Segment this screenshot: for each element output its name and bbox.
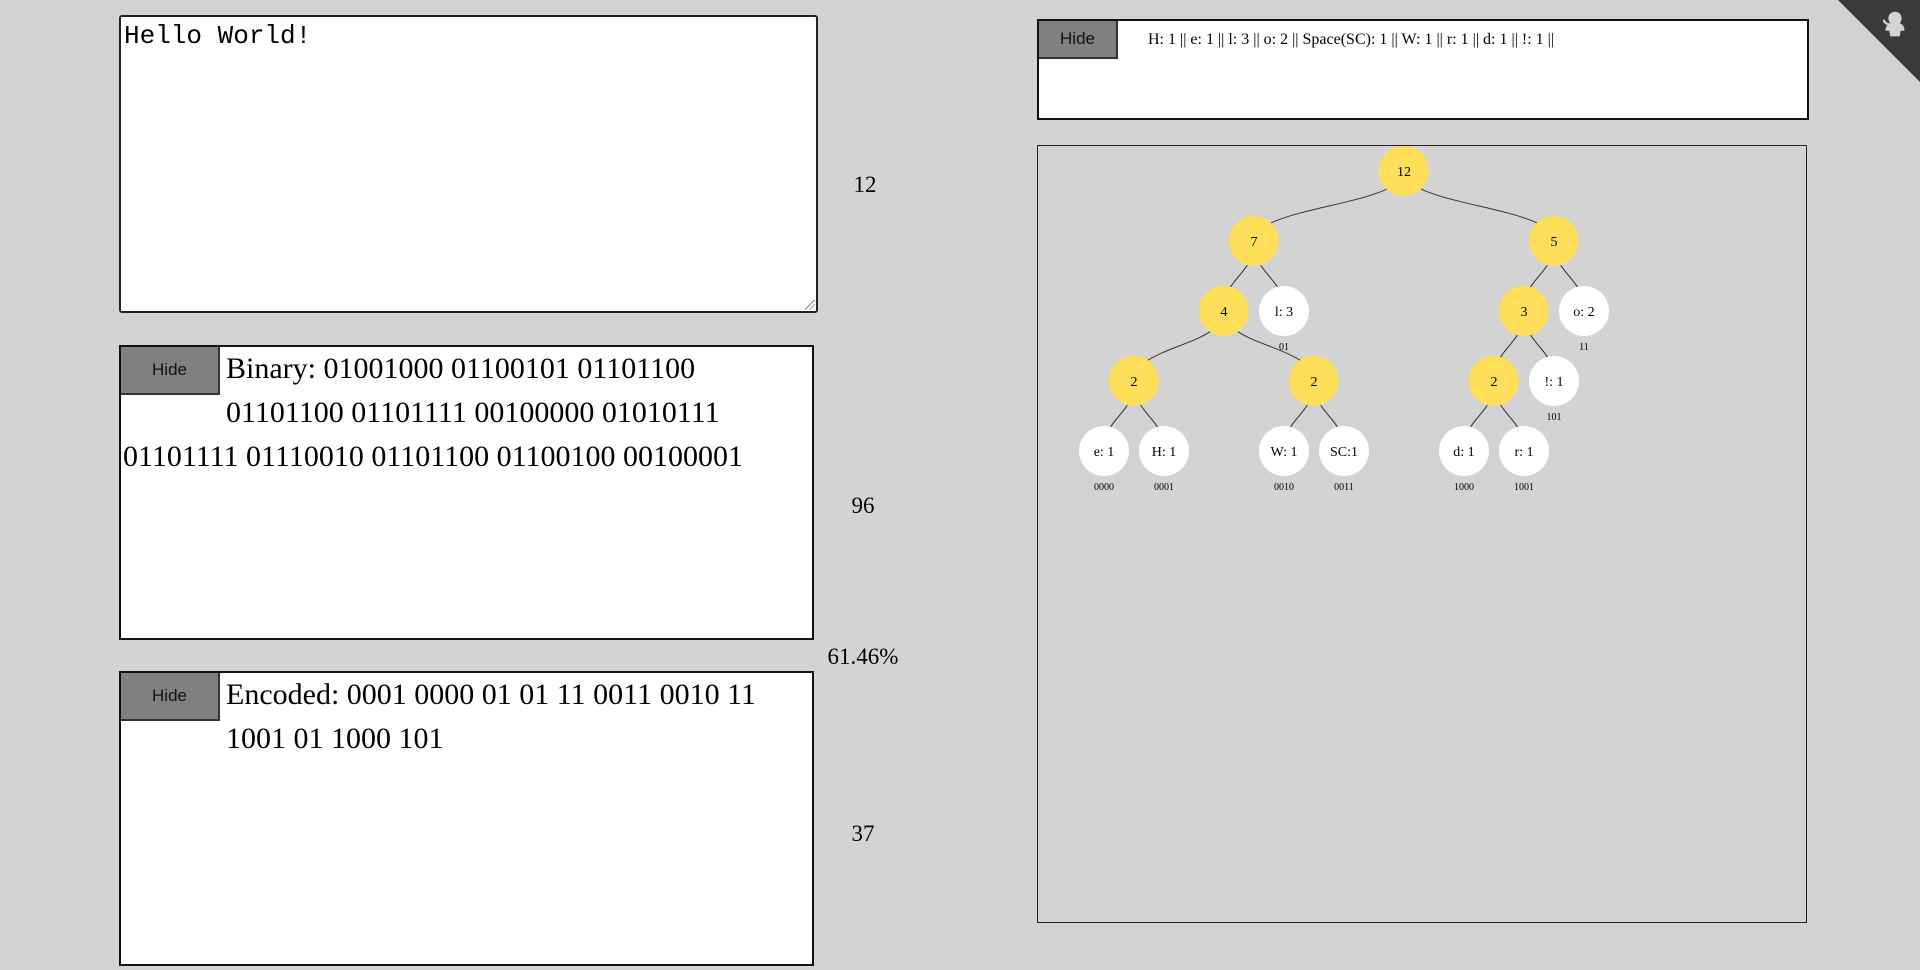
tree-node-code: 1001 [1514, 482, 1534, 493]
tree-node-label: 5 [1551, 235, 1558, 250]
binary-text: Binary: 01001000 01100101 01101100 01101… [123, 352, 743, 473]
huffman-tree: 12 7 5 4 l: 3 01 3 o: 2 11 2 2 2 !: 1 101 e: 1 0000 H: 1… [1079, 146, 1609, 493]
tree-node-code: 01 [1279, 342, 1289, 353]
frequency-table-text: H: 1 || e: 1 || l: 3 || o: 2 || Space(SC… [1148, 31, 1555, 48]
binary-bit-count: 96 [851, 493, 875, 518]
tree-leaf-node: H: 1 0001 [1139, 426, 1189, 493]
tree-node-code: 0011 [1334, 482, 1354, 493]
frequency-panel: Hide H: 1 || e: 1 || l: 3 || o: 2 || Spa… [1037, 19, 1809, 120]
github-octocat-icon[interactable] [1876, 6, 1914, 44]
tree-node-label: r: 1 [1514, 445, 1533, 460]
tree-node-code: 1000 [1454, 482, 1474, 493]
tree-node-label: 4 [1221, 305, 1228, 320]
tree-node-label: H: 1 [1152, 445, 1177, 460]
tree-internal-node: 5 [1529, 216, 1579, 266]
tree-node-label: o: 2 [1573, 305, 1594, 320]
tree-internal-node: 2 [1109, 356, 1159, 406]
tree-node-label: 2 [1131, 375, 1138, 390]
encoded-text: Encoded: 0001 0000 01 01 11 0011 0010 11… [226, 678, 756, 755]
tree-node-label: d: 1 [1453, 445, 1474, 460]
encoded-panel: Hide Encoded: 0001 0000 01 01 11 0011 00… [119, 671, 814, 966]
tree-internal-node: 4 [1199, 286, 1249, 336]
encoded-bit-count: 37 [851, 821, 875, 846]
huffman-tree-panel: 12 7 5 4 l: 3 01 3 o: 2 11 2 2 2 !: 1 101 e: 1 0000 H: 1… [1037, 145, 1807, 923]
hide-binary-button[interactable]: Hide [121, 347, 220, 395]
tree-leaf-node: r: 1 1001 [1499, 426, 1549, 493]
binary-panel: Hide Binary: 01001000 01100101 01101100 … [119, 345, 814, 640]
tree-node-label: 7 [1251, 235, 1258, 250]
tree-internal-node: 7 [1229, 216, 1279, 266]
tree-node-label: SC:1 [1330, 445, 1358, 460]
message-input[interactable] [119, 15, 818, 313]
tree-leaf-node: d: 1 1000 [1439, 426, 1489, 493]
tree-leaf-node: e: 1 0000 [1079, 426, 1129, 493]
hide-encoded-button[interactable]: Hide [121, 673, 220, 721]
tree-node-code: 0010 [1274, 482, 1294, 493]
tree-internal-node: 3 [1499, 286, 1549, 336]
tree-node-label: W: 1 [1270, 445, 1297, 460]
tree-node-code: 0001 [1154, 482, 1174, 493]
tree-node-label: l: 3 [1275, 305, 1293, 320]
compression-ratio: 61.46% [827, 644, 899, 669]
hide-frequency-button[interactable]: Hide [1039, 21, 1118, 59]
tree-node-code: 11 [1579, 342, 1589, 353]
tree-node-code: 0000 [1094, 482, 1114, 493]
textarea-resize-handle[interactable] [805, 300, 815, 310]
tree-node-label: 12 [1397, 165, 1411, 180]
tree-internal-node: 12 [1379, 146, 1429, 196]
tree-node-label: !: 1 [1544, 375, 1563, 390]
tree-node-label: 2 [1491, 375, 1498, 390]
tree-leaf-node: l: 3 01 [1259, 286, 1309, 353]
tree-node-code: 101 [1547, 412, 1562, 423]
tree-leaf-node: o: 2 11 [1559, 286, 1609, 353]
tree-leaf-node: SC:1 0011 [1319, 426, 1369, 493]
tree-internal-node: 2 [1289, 356, 1339, 406]
tree-node-label: 3 [1521, 305, 1528, 320]
tree-internal-node: 2 [1469, 356, 1519, 406]
character-count: 12 [853, 172, 877, 197]
tree-leaf-node: !: 1 101 [1529, 356, 1579, 423]
tree-leaf-node: W: 1 0010 [1259, 426, 1309, 493]
tree-node-label: 2 [1311, 375, 1318, 390]
tree-node-label: e: 1 [1094, 445, 1115, 460]
